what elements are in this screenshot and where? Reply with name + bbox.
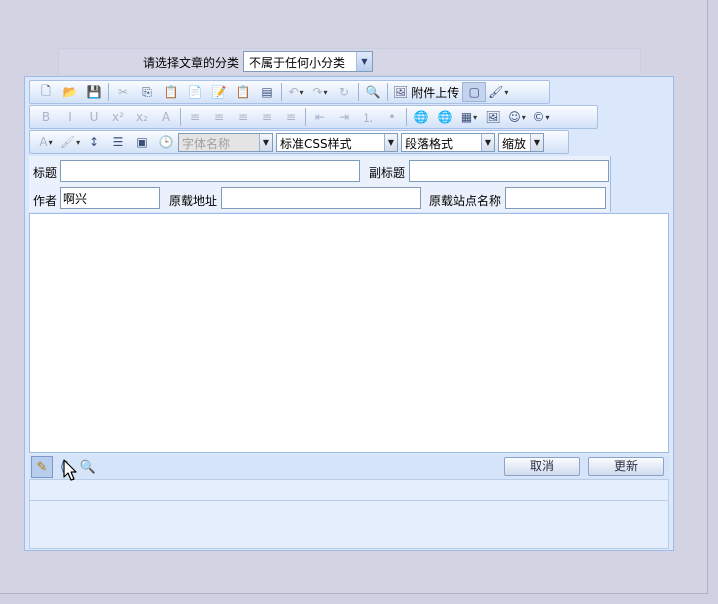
paste-plain-icon[interactable]: 📋 bbox=[231, 82, 255, 102]
chevron-down-icon[interactable]: ▼ bbox=[481, 133, 494, 151]
magnifier-icon[interactable]: 🔍 bbox=[77, 456, 99, 478]
css-style-value: 标准CSS样式 bbox=[280, 136, 352, 151]
new-doc-icon[interactable]: 🗋 bbox=[34, 82, 58, 102]
source-url-label: 原载地址 bbox=[169, 194, 218, 208]
format-brush-icon[interactable]: 🖌 bbox=[486, 82, 510, 102]
align-center-icon[interactable]: ≡ bbox=[207, 107, 231, 127]
font-color-icon[interactable]: A bbox=[34, 132, 58, 152]
upload-attachment-button[interactable]: 🖼 附件上传 bbox=[390, 82, 462, 102]
toolbar-row-1: 🗋📂💾✂⎘📋📄📝📋▤↶↷↻🔍 🖼 附件上传 ▢ 🖌 bbox=[29, 80, 550, 104]
toolbar-separator bbox=[358, 83, 359, 101]
font-name-value: 字体名称 bbox=[182, 136, 231, 151]
paste-word-icon[interactable]: 📝 bbox=[207, 82, 231, 102]
find-icon[interactable]: 🔍 bbox=[361, 82, 385, 102]
status-bar bbox=[29, 479, 669, 501]
paste-text-icon[interactable]: 📄 bbox=[183, 82, 207, 102]
subscript-icon[interactable]: x₂ bbox=[130, 107, 154, 127]
cancel-button[interactable]: 取消 bbox=[504, 457, 580, 476]
update-button[interactable]: 更新 bbox=[588, 457, 664, 476]
paragraph-icon[interactable]: ☰ bbox=[106, 132, 130, 152]
indent-icon[interactable]: ⇥ bbox=[332, 107, 356, 127]
pencil-icon[interactable]: ✎ bbox=[31, 456, 53, 478]
strikethrough-icon[interactable]: A bbox=[154, 107, 178, 127]
author-value: 啊兴 bbox=[63, 192, 88, 206]
html-editor: 🗋📂💾✂⎘📋📄📝📋▤↶↷↻🔍 🖼 附件上传 ▢ 🖌 BIUx²x₂A≡≡≡≡≡⇤… bbox=[24, 76, 674, 551]
upload-icon: 🖼 bbox=[393, 85, 409, 99]
cut-icon[interactable]: ✂ bbox=[111, 82, 135, 102]
css-style-select[interactable]: 标准CSS样式 ▼ bbox=[276, 132, 398, 152]
ordered-list-icon[interactable]: ⒈ bbox=[356, 107, 380, 127]
outdent-icon[interactable]: ⇤ bbox=[308, 107, 332, 127]
title-field[interactable] bbox=[60, 160, 360, 182]
paragraph-format-select[interactable]: 段落格式 ▼ bbox=[401, 132, 495, 152]
category-select-value: 不属于任何小分类 bbox=[249, 56, 346, 70]
redo-icon[interactable]: ↷ bbox=[308, 82, 332, 102]
superscript-icon[interactable]: x² bbox=[106, 107, 130, 127]
chevron-down-icon[interactable]: ▼ bbox=[356, 52, 372, 71]
content-editor-area[interactable] bbox=[29, 213, 669, 453]
justify-icon[interactable]: ≡ bbox=[255, 107, 279, 127]
source-url-field[interactable] bbox=[221, 187, 421, 209]
toolbar-separator bbox=[281, 83, 282, 101]
source-site-label: 原载站点名称 bbox=[429, 194, 502, 208]
toolbar-row-2: BIUx²x₂A≡≡≡≡≡⇤⇥⒈•🌐🌐▦🖼☺© bbox=[29, 105, 598, 129]
image-icon[interactable]: 🖼 bbox=[481, 107, 505, 127]
unordered-list-icon[interactable]: • bbox=[380, 107, 404, 127]
paste-icon[interactable]: 📋 bbox=[159, 82, 183, 102]
zoom-value: 缩放 bbox=[502, 136, 527, 151]
author-label: 作者 bbox=[33, 194, 58, 208]
category-label: 请选择文章的分类 bbox=[143, 56, 240, 70]
copy-icon[interactable]: ⎘ bbox=[135, 82, 159, 102]
italic-icon[interactable]: I bbox=[58, 107, 82, 127]
underline-icon[interactable]: U bbox=[82, 107, 106, 127]
mouse-cursor-icon bbox=[63, 459, 77, 481]
upload-attachment-label: 附件上传 bbox=[411, 85, 460, 100]
template-icon[interactable]: ▣ bbox=[130, 132, 154, 152]
align-left-icon[interactable]: ≡ bbox=[183, 107, 207, 127]
datetime-icon[interactable]: 🕒 bbox=[154, 132, 178, 152]
editor-bottom-bar: ✎ ⟨⟩ 🔍 取消 更新 bbox=[29, 455, 669, 479]
paste-excel-icon[interactable]: ▤ bbox=[255, 82, 279, 102]
justify-full-icon[interactable]: ≡ bbox=[279, 107, 303, 127]
unlink-icon[interactable]: 🌐 bbox=[433, 107, 457, 127]
preview-icon[interactable]: ▢ bbox=[462, 82, 487, 102]
source-site-field[interactable] bbox=[505, 187, 606, 209]
page-frame: 请选择文章的分类 不属于任何小分类 ▼ 🗋📂💾✂⎘📋📄📝📋▤↶↷↻🔍 🖼 附件上… bbox=[0, 0, 708, 594]
highlight-icon[interactable]: 🖌 bbox=[58, 132, 82, 152]
zoom-select[interactable]: 缩放 ▼ bbox=[498, 132, 544, 152]
article-fields: 标题 副标题 作者 啊兴 原载地址 原载站点名称 bbox=[29, 156, 611, 212]
toolbar-separator bbox=[180, 108, 181, 126]
font-name-select[interactable]: 字体名称 ▼ bbox=[178, 132, 273, 152]
special-char-icon[interactable]: © bbox=[529, 107, 553, 127]
toolbar-separator bbox=[387, 83, 388, 101]
table-icon[interactable]: ▦ bbox=[457, 107, 481, 127]
open-icon[interactable]: 📂 bbox=[58, 82, 82, 102]
chevron-down-icon[interactable]: ▼ bbox=[259, 133, 272, 151]
emoticon-icon[interactable]: ☺ bbox=[505, 107, 529, 127]
toolbar-row-3: A🖌↕☰▣🕒 字体名称 ▼ 标准CSS样式 ▼ 段落格式 ▼ 缩放 ▼ bbox=[29, 130, 569, 154]
bold-icon[interactable]: B bbox=[34, 107, 58, 127]
toolbar-separator bbox=[305, 108, 306, 126]
category-select[interactable]: 不属于任何小分类 ▼ bbox=[243, 51, 373, 72]
subtitle-field[interactable] bbox=[409, 160, 609, 182]
status-panel bbox=[29, 501, 669, 549]
author-field[interactable]: 啊兴 bbox=[60, 187, 160, 209]
toolbar-separator bbox=[108, 83, 109, 101]
save-icon[interactable]: 💾 bbox=[82, 82, 106, 102]
subtitle-label: 副标题 bbox=[369, 166, 406, 180]
title-label: 标题 bbox=[33, 166, 58, 180]
toolbar-separator bbox=[406, 108, 407, 126]
align-right-icon[interactable]: ≡ bbox=[231, 107, 255, 127]
chevron-down-icon[interactable]: ▼ bbox=[530, 133, 543, 151]
chevron-down-icon[interactable]: ▼ bbox=[384, 133, 397, 151]
link-icon[interactable]: 🌐 bbox=[409, 107, 433, 127]
refresh-icon[interactable]: ↻ bbox=[332, 82, 356, 102]
paragraph-format-value: 段落格式 bbox=[405, 136, 454, 151]
line-height-icon[interactable]: ↕ bbox=[82, 132, 106, 152]
category-row: 请选择文章的分类 不属于任何小分类 ▼ bbox=[58, 48, 641, 74]
undo-icon[interactable]: ↶ bbox=[284, 82, 308, 102]
